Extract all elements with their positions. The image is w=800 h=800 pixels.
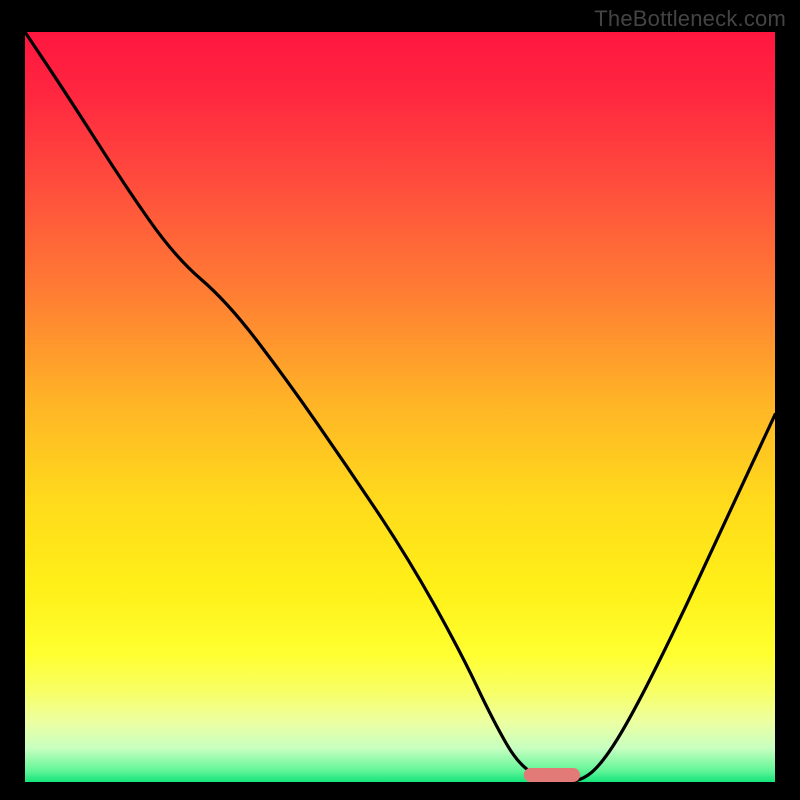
gradient-background — [25, 32, 775, 782]
chart-svg — [25, 32, 775, 782]
attribution-label: TheBottleneck.com — [594, 6, 786, 32]
optimal-marker — [524, 768, 580, 782]
plot-area — [25, 32, 775, 782]
chart-frame: TheBottleneck.com — [0, 0, 800, 800]
